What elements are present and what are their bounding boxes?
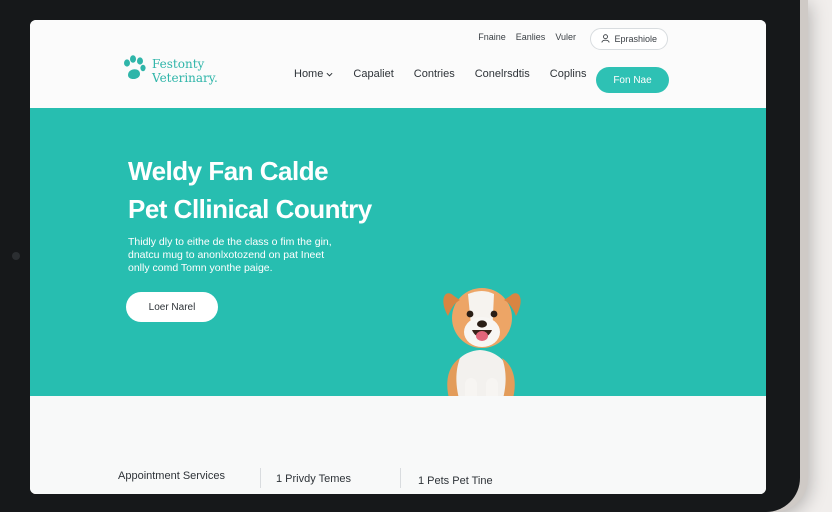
nav-item-2[interactable]: Capaliet — [353, 68, 393, 80]
logo-line-2: Veterinary. — [152, 70, 218, 85]
site-header: Festonty Veterinary. Fnaine Eanlies Vule… — [30, 20, 766, 108]
top-link-2[interactable]: Eanlies — [516, 32, 546, 42]
hero-title-line-2: Pet Cllinical Country — [128, 194, 372, 224]
top-link-3[interactable]: Vuler — [555, 32, 576, 42]
signin-button[interactable]: Eprashiole — [590, 28, 668, 50]
signin-label: Eprashiole — [614, 34, 657, 44]
header-cta-button[interactable]: Fon Nae — [596, 67, 669, 93]
services-bar: Appointment Services 1 Privdy Temes 1 Pe… — [30, 396, 766, 494]
top-link-1[interactable]: Fnaine — [478, 32, 506, 42]
hero-text-line-2: dnatcu mug to anonlxotozend on pat Ineet — [128, 249, 325, 261]
hero-title: Weldy Fan Calde Pet Cllinical Country — [128, 152, 372, 228]
tablet-frame: Festonty Veterinary. Fnaine Eanlies Vule… — [0, 0, 800, 512]
hero-text-line-3: onlly comd Tomn yonthe paige. — [128, 262, 273, 274]
top-links: Fnaine Eanlies Vuler — [478, 32, 576, 42]
nav-item-5[interactable]: Coplins — [550, 68, 587, 80]
logo-line-1: Festonty — [152, 56, 205, 71]
service-item-3[interactable]: 1 Pets Pet Tine — [418, 475, 493, 487]
divider — [400, 468, 401, 488]
nav-item-3[interactable]: Contries — [414, 68, 455, 80]
nav-item-home[interactable]: Home — [294, 68, 333, 80]
chevron-down-icon — [326, 68, 333, 80]
service-item-1[interactable]: Appointment Services — [118, 470, 225, 482]
divider — [260, 468, 261, 488]
hero-button[interactable]: Loer Narel — [126, 292, 218, 322]
hero-text-line-1: Thidly dly to eithe de the class o fim t… — [128, 236, 332, 248]
paw-icon — [122, 54, 146, 87]
hero-title-line-1: Weldy Fan Calde — [128, 156, 329, 186]
screen: Festonty Veterinary. Fnaine Eanlies Vule… — [30, 20, 766, 494]
logo-text: Festonty Veterinary. — [152, 57, 218, 85]
logo[interactable]: Festonty Veterinary. — [122, 54, 218, 87]
hero-section: Weldy Fan Calde Pet Cllinical Country Th… — [30, 108, 766, 429]
nav-item-home-label: Home — [294, 68, 324, 80]
user-icon — [601, 33, 611, 45]
hero-description: Thidly dly to eithe de the class o fim t… — [128, 236, 378, 275]
service-item-2[interactable]: 1 Privdy Temes — [276, 473, 351, 485]
nav-item-4[interactable]: Conelrsdtis — [475, 68, 530, 80]
main-nav: Home Capaliet Contries Conelrsdtis Copli… — [294, 68, 586, 80]
side-camera — [12, 252, 20, 260]
